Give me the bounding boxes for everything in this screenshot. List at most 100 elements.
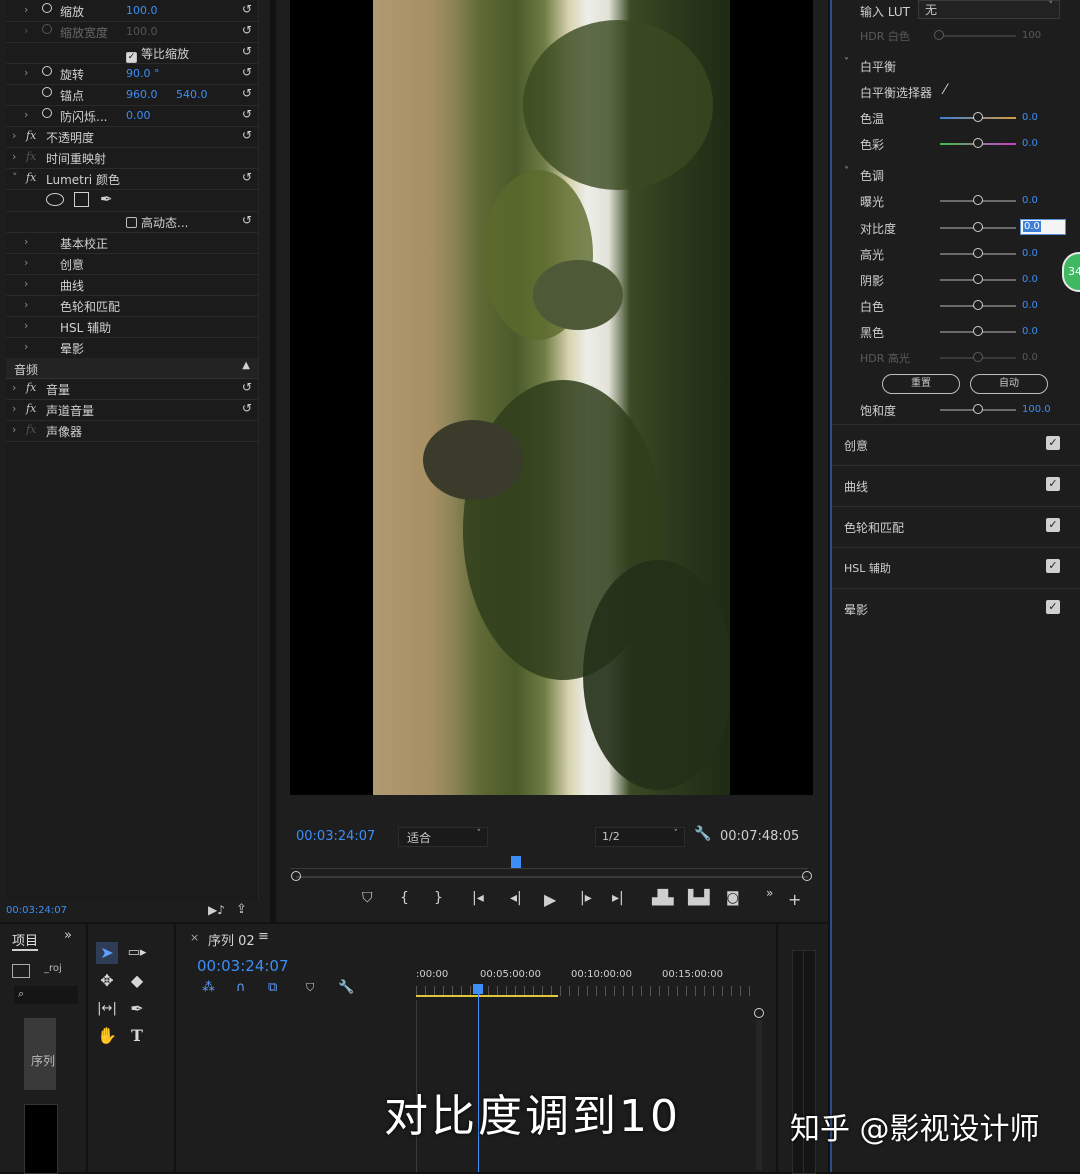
highlights-knob[interactable] [973, 248, 983, 258]
ripple-edit-icon[interactable]: ✥ [96, 970, 118, 992]
chevron-down-icon[interactable]: ˅ [844, 57, 849, 68]
rotation-row[interactable]: › 旋转 90.0 ° ↺ [6, 63, 258, 85]
checkbox-checked-icon[interactable]: ✓ [1046, 600, 1060, 614]
anchor-x-value[interactable]: 960.0 [126, 88, 158, 101]
checkbox-checked-icon[interactable]: ✓ [1046, 518, 1060, 532]
scale-row[interactable]: › 缩放 100.0 ↺ [6, 0, 258, 22]
shadows-value[interactable]: 0.0 [1022, 274, 1038, 285]
mark-out-icon[interactable]: } [434, 890, 443, 906]
chevron-right-icon[interactable]: › [12, 150, 22, 163]
hdr-row[interactable]: 高动态... ↺ [6, 211, 258, 233]
lumetri-section-creative[interactable]: 创意 ✓ [832, 424, 1080, 465]
chevron-right-icon[interactable]: › [12, 402, 22, 415]
reset-icon[interactable]: ↺ [242, 23, 252, 37]
anchor-row[interactable]: 锚点 960.0 540.0 ↺ [6, 84, 258, 106]
step-back-icon[interactable]: ◂| [510, 890, 522, 906]
lumetri-section-row[interactable]: › HSL 辅助 [6, 316, 258, 338]
expand-panel-icon[interactable]: » [64, 928, 72, 943]
step-forward-icon[interactable]: |▸ [580, 890, 592, 906]
pen-mask-icon[interactable]: ✒ [100, 190, 113, 208]
nest-icon[interactable]: ⁂ [202, 980, 215, 995]
extract-icon[interactable]: ▙▟ [688, 890, 710, 906]
reset-icon[interactable]: ↺ [242, 128, 252, 142]
contrast-input[interactable]: 0.0 [1020, 219, 1066, 235]
chevron-right-icon[interactable]: › [24, 235, 34, 248]
reset-icon[interactable]: ↺ [242, 86, 252, 100]
reset-button[interactable]: 重置 [882, 374, 960, 394]
zoom-handle[interactable] [754, 1008, 764, 1018]
program-timecode[interactable]: 00:03:24:07 [296, 829, 375, 844]
slip-tool-icon[interactable]: |↔| [96, 998, 118, 1020]
add-button-icon[interactable]: + [788, 890, 801, 909]
checkbox-icon[interactable] [126, 217, 137, 228]
uniform-scale-checkbox[interactable]: ✓ 等比缩放 [126, 45, 189, 63]
chevron-right-icon[interactable]: › [24, 3, 34, 16]
input-lut-dropdown[interactable]: 无 ˅ [918, 0, 1060, 19]
close-icon[interactable]: × [190, 931, 199, 944]
chevron-right-icon[interactable]: › [24, 277, 34, 290]
whites-value[interactable]: 0.0 [1022, 300, 1038, 311]
hand-tool-icon[interactable]: ✋ [96, 1025, 118, 1047]
hdr-highlights-value[interactable]: 0.0 [1022, 352, 1038, 363]
stopwatch-icon[interactable] [42, 87, 52, 97]
razor-icon[interactable]: ◆ [126, 970, 148, 992]
chevron-down-icon[interactable]: ˅ [844, 166, 849, 177]
reset-icon[interactable]: ↺ [242, 2, 252, 16]
mark-in-icon[interactable]: { [400, 890, 409, 906]
uniform-scale-row[interactable]: ✓ 等比缩放 ↺ [6, 42, 258, 64]
shadows-knob[interactable] [973, 274, 983, 284]
timeline-timecode[interactable]: 00:03:24:07 [197, 957, 289, 975]
resolution-dropdown[interactable]: 1/2 ˅ [595, 827, 685, 847]
lumetri-section-row[interactable]: › 晕影 [6, 337, 258, 359]
playhead-track[interactable] [296, 876, 808, 878]
tint-row[interactable]: 色彩 0.0 [832, 133, 1080, 155]
filter-audio-icon[interactable]: ▶♪ [208, 903, 225, 917]
more-icon[interactable]: » [766, 886, 773, 900]
linked-selection-icon[interactable]: ⧉ [268, 980, 277, 995]
time-remap-row[interactable]: › fx 时间重映射 [6, 147, 258, 169]
white-balance-header[interactable]: ˅ 白平衡 [832, 55, 1080, 77]
fx-icon[interactable]: fx [26, 381, 36, 394]
wb-picker-row[interactable]: 白平衡选择器 ⁄ [832, 81, 1080, 103]
fx-icon[interactable]: fx [26, 150, 36, 163]
rectangle-mask-icon[interactable] [74, 192, 89, 207]
scale-width-value[interactable]: 100.0 [126, 25, 158, 38]
reset-icon[interactable]: ↺ [242, 65, 252, 79]
highlights-row[interactable]: 高光 0.0 [832, 243, 1080, 265]
hdr-highlights-knob[interactable] [973, 352, 983, 362]
reset-icon[interactable]: ↺ [242, 401, 252, 415]
hdr-white-track[interactable] [940, 35, 1016, 37]
hdr-white-knob[interactable] [934, 30, 944, 40]
fx-icon[interactable]: fx [26, 402, 36, 415]
menu-icon[interactable]: ≡ [258, 929, 269, 944]
export-icon[interactable]: ⇪ [236, 902, 247, 917]
ellipse-mask-icon[interactable] [46, 193, 64, 206]
hdr-white-value[interactable]: 100 [1022, 30, 1041, 41]
anti-flicker-value[interactable]: 0.00 [126, 109, 151, 122]
fx-icon[interactable]: fx [26, 423, 36, 436]
chevron-right-icon[interactable]: › [24, 319, 34, 332]
selection-tool-icon[interactable]: ➤ [96, 942, 118, 964]
project-file-name[interactable]: _roj [44, 963, 62, 974]
channel-volume-row[interactable]: › fx 声道音量 ↺ [6, 399, 258, 421]
anchor-y-value[interactable]: 540.0 [176, 88, 208, 101]
playhead-marker[interactable] [511, 856, 522, 868]
shadows-row[interactable]: 阴影 0.0 [832, 269, 1080, 291]
fx-icon[interactable]: fx [26, 171, 36, 184]
reset-icon[interactable]: ↺ [242, 380, 252, 394]
collapse-icon[interactable]: ▲ [242, 360, 250, 371]
volume-row[interactable]: › fx 音量 ↺ [6, 378, 258, 400]
checkbox-checked-icon[interactable]: ✓ [1046, 477, 1060, 491]
tint-knob[interactable] [973, 138, 983, 148]
wrench-icon[interactable]: 🔧 [694, 826, 711, 842]
opacity-row[interactable]: › fx 不透明度 ↺ [6, 126, 258, 148]
contrast-row[interactable]: 对比度 0.0 [832, 217, 1080, 239]
saturation-row[interactable]: 饱和度 100.0 [832, 399, 1080, 421]
stopwatch-icon[interactable] [42, 108, 52, 118]
go-to-in-icon[interactable]: |◂ [472, 890, 484, 906]
clip-thumbnail[interactable] [24, 1104, 58, 1174]
wrench-icon[interactable]: 🔧 [338, 980, 354, 995]
chevron-right-icon[interactable]: › [12, 129, 22, 142]
sequence-thumbnail[interactable]: 序列 [24, 1018, 56, 1090]
saturation-knob[interactable] [973, 404, 983, 414]
